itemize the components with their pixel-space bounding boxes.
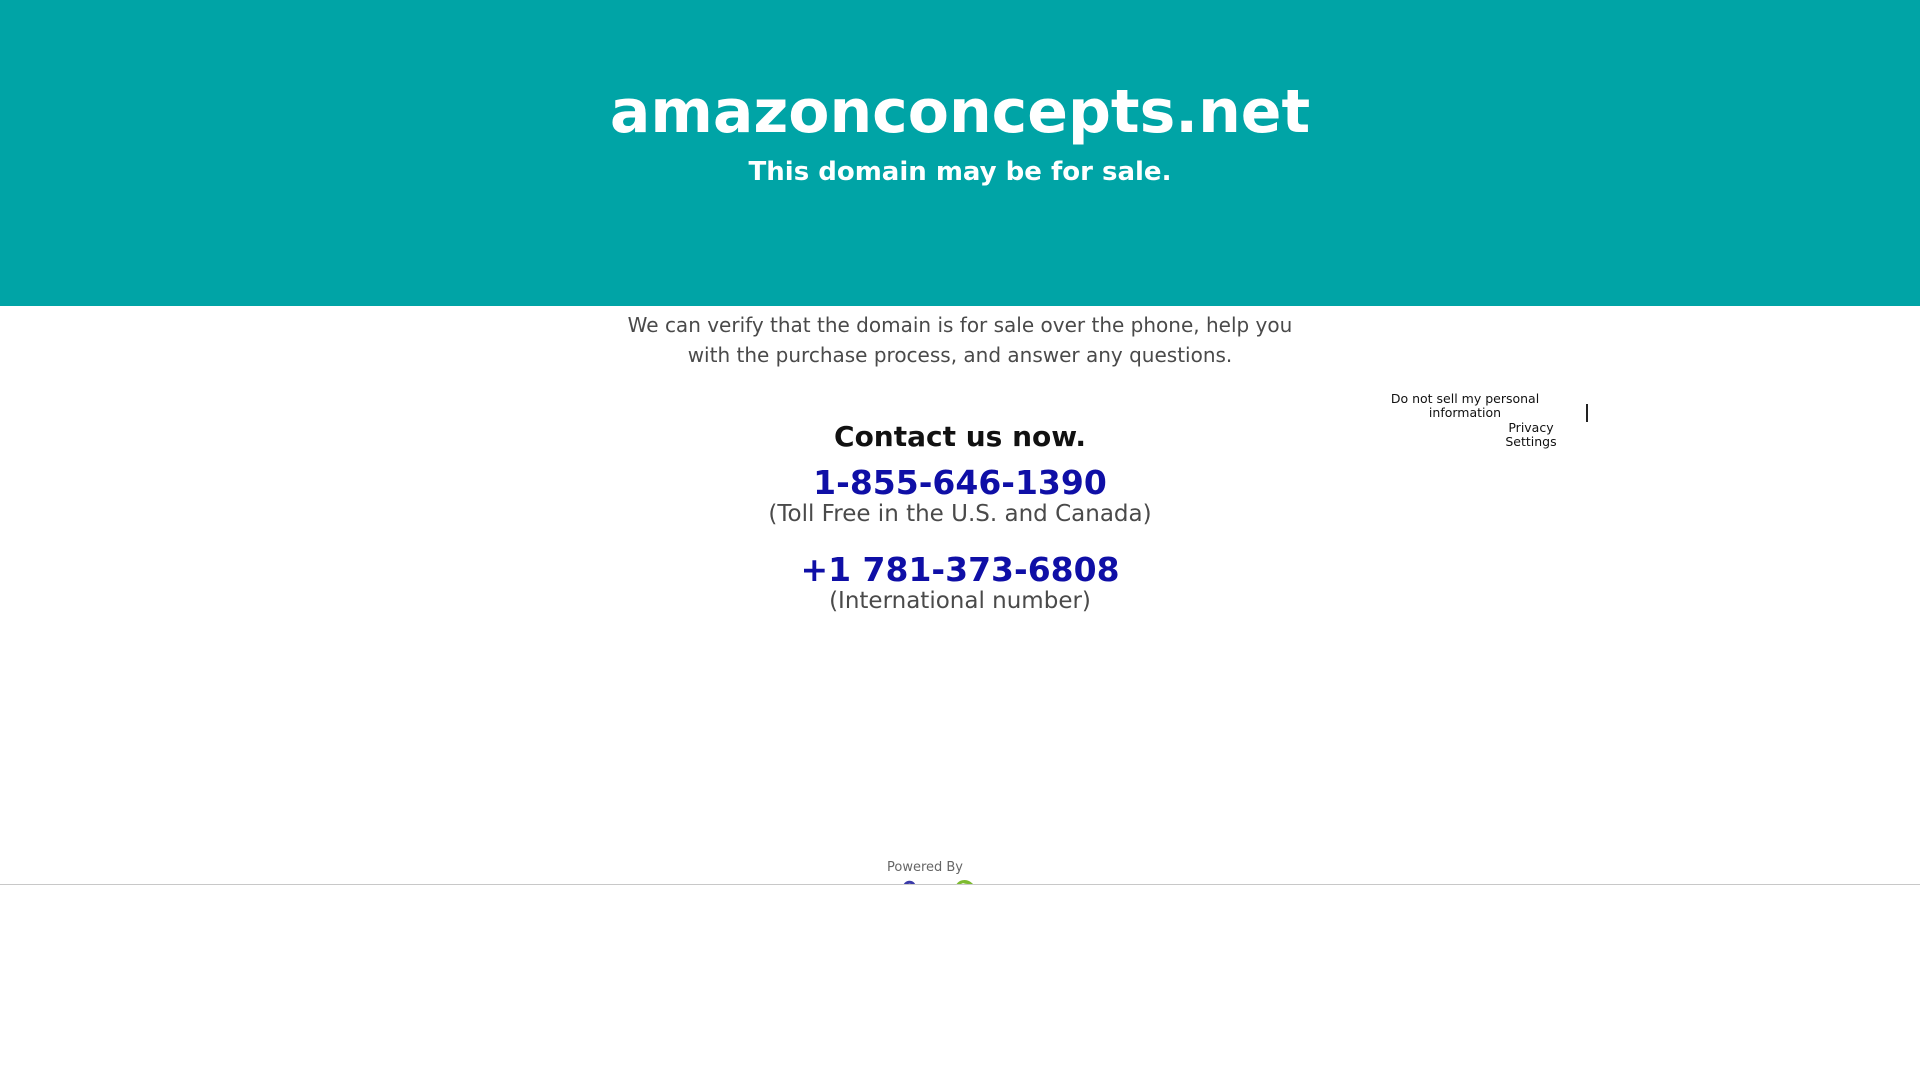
hero-banner: amazonconcepts.net This domain may be fo…	[0, 0, 1920, 306]
domain-title: amazonconcepts.net	[609, 77, 1311, 147]
international-phone-link[interactable]: +1 781-373-6808	[0, 550, 1920, 590]
footer-divider	[0, 884, 1920, 885]
contact-heading: Contact us now.	[834, 420, 1086, 453]
brand-logo-icon-svg	[903, 880, 974, 884]
for-sale-subtitle: This domain may be for sale.	[748, 157, 1172, 187]
do-not-sell-link[interactable]: Do not sell my personal information	[1380, 392, 1550, 420]
toll-free-phone-link[interactable]: 1-855-646-1390	[0, 463, 1920, 503]
toll-free-note: (Toll Free in the U.S. and Canada)	[768, 501, 1152, 527]
privacy-links: Do not sell my personal information Priv…	[1380, 392, 1600, 452]
verify-description: We can verify that the domain is for sal…	[627, 313, 1293, 367]
international-note: (International number)	[829, 588, 1091, 614]
powered-by-label: Powered By	[886, 860, 963, 875]
privacy-settings-link[interactable]: Privacy Settings	[1496, 421, 1566, 449]
powered-by: Powered By	[860, 860, 990, 884]
privacy-divider	[1586, 404, 1588, 422]
brand-logo-icon[interactable]	[900, 876, 980, 884]
page: amazonconcepts.net This domain may be fo…	[0, 0, 1920, 1080]
